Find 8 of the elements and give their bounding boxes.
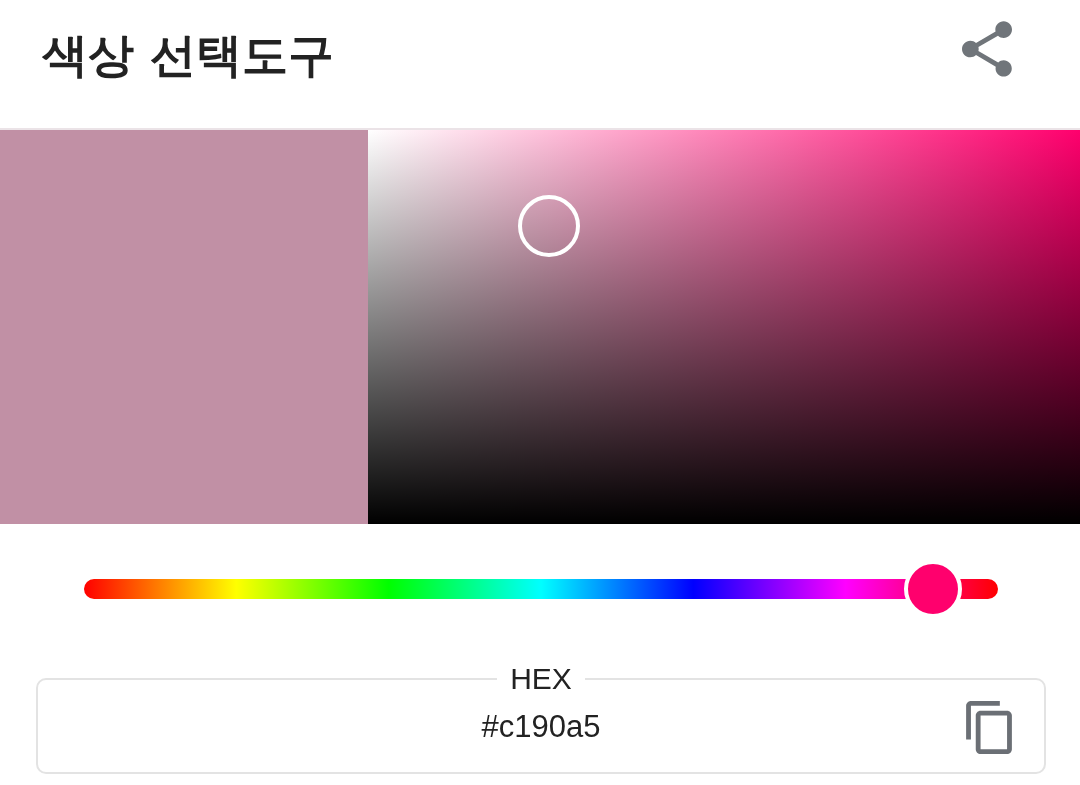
saturation-brightness-area[interactable] [368, 130, 1080, 524]
app-title: 색상 선택도구 [42, 28, 334, 84]
hex-value: #c190a5 [481, 709, 601, 745]
share-button[interactable] [962, 21, 1012, 77]
copy-icon [966, 700, 1012, 754]
share-icon [962, 21, 1012, 77]
copy-button[interactable] [966, 700, 1012, 754]
picker-handle[interactable] [517, 194, 580, 257]
